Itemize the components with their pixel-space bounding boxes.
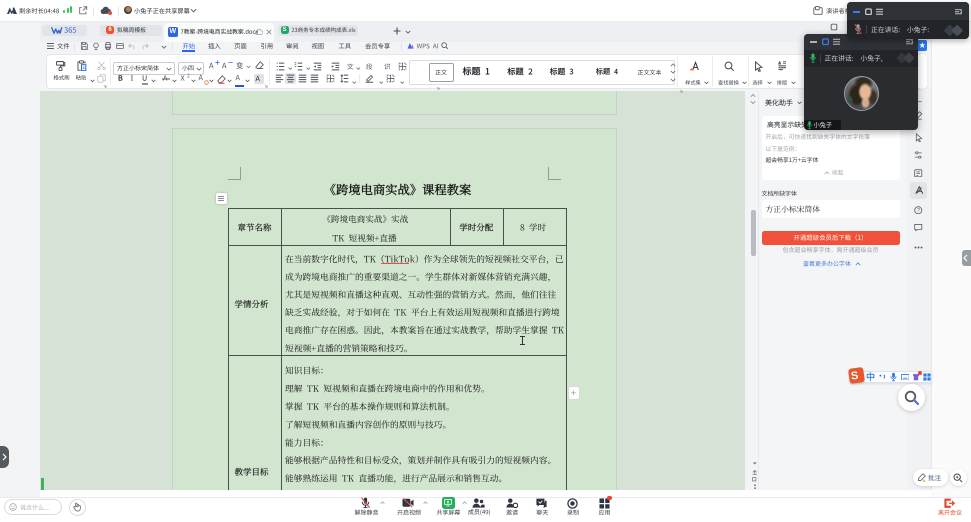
- svg-text:?: ?: [917, 208, 920, 214]
